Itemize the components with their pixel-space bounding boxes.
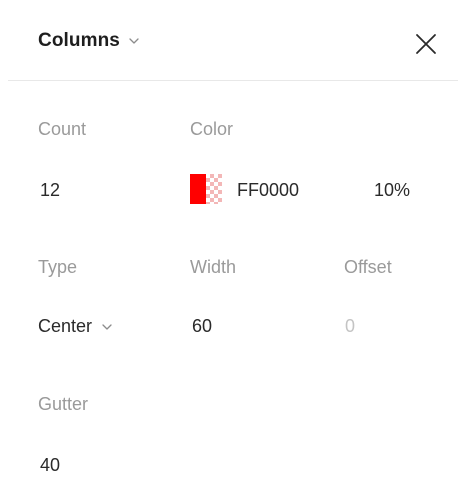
header-divider [8, 80, 458, 81]
chevron-down-icon [102, 323, 112, 330]
type-select-value: Center [38, 316, 93, 336]
type-label: Type [38, 257, 78, 277]
count-label: Count [38, 119, 87, 139]
gutter-label: Gutter [38, 394, 89, 414]
color-hex-input[interactable]: FF0000 [237, 180, 299, 201]
color-label: Color [190, 119, 234, 139]
panel-title: Columns [38, 30, 120, 51]
type-select[interactable]: Center [38, 316, 113, 337]
layout-type-dropdown[interactable]: Columns [38, 30, 140, 52]
swatch-alpha-half [206, 174, 222, 204]
width-input[interactable]: 60 [192, 316, 212, 337]
offset-label: Offset [344, 257, 392, 277]
count-input[interactable]: 12 [40, 180, 60, 201]
color-swatch[interactable] [190, 174, 222, 204]
chevron-down-icon [129, 38, 139, 44]
width-label: Width [190, 257, 237, 277]
color-opacity-input[interactable]: 10% [374, 180, 410, 201]
columns-panel: Columns Count 12 Color FF0000 10% Type C… [0, 0, 458, 500]
swatch-solid-half [190, 174, 206, 204]
gutter-input[interactable]: 40 [40, 455, 60, 476]
panel-header: Columns [0, 0, 458, 81]
close-icon[interactable] [414, 32, 438, 56]
offset-input[interactable]: 0 [345, 316, 355, 337]
